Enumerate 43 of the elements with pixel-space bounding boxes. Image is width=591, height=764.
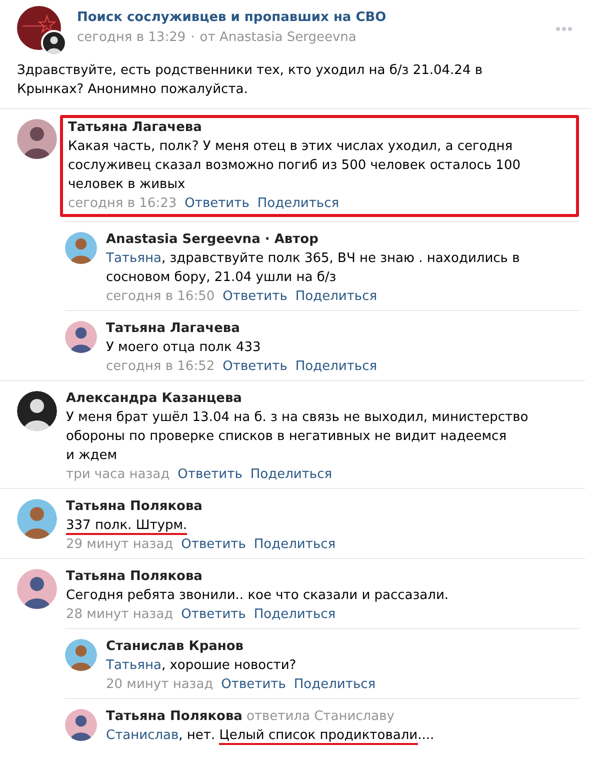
comment-action-link[interactable]: Ответить [181,535,246,554]
comment-action-link[interactable]: Поделиться [295,287,378,306]
comment-action-link[interactable]: Поделиться [294,675,376,694]
comment-time: сегодня в 16:50 [106,288,215,306]
author-name[interactable]: Татьяна Лагачева [106,320,240,338]
comment-text: У моего отца полк 433 [106,339,262,357]
more-icon[interactable] [555,26,573,32]
comment-action-link[interactable]: Ответить [181,605,246,624]
comment-time: 29 минут назад [66,536,174,554]
comment-action-link[interactable]: Поделиться [257,194,340,213]
comment-text: Сегодня ребята звонили.. кое что сказали и рассазали. [66,587,450,605]
author-name[interactable]: Татьяна Полякова [66,498,202,516]
comment-time: 28 минут назад [66,606,174,624]
comment-action-link[interactable]: Ответить [184,194,250,213]
comment-text: Станислав, нет. Целый список продиктовали.... [106,727,436,745]
comment-time: сегодня в 16:23 [68,195,177,213]
author-name[interactable]: Станислав Кранов [106,638,244,656]
comment-action-link[interactable]: Поделиться [254,605,336,624]
comment-action-link[interactable]: Ответить [222,287,288,306]
comment-action-link[interactable]: Поделиться [295,357,378,376]
author-name[interactable]: Anastasia Sergeevna · Автор [106,231,318,249]
author-name[interactable]: Татьяна Полякова [66,568,202,586]
dot-separator: · [190,29,195,47]
post-time: сегодня в 13:29 [77,29,186,47]
comment-action-link[interactable]: Ответить [222,357,288,376]
group-title[interactable]: Поиск сослуживцев и пропавших на СВО [77,8,543,28]
comment-time: три часа назад [66,466,170,484]
comment-text: 337 полк. Штурм. [66,517,188,535]
author-name[interactable]: Татьяна Лагачева [68,119,202,137]
post-text: Здравствуйте, есть родственники тех, кто уходил на б/з 21.04.24 в Крынках? Анонимно пожалуйста. [16,62,484,99]
comment-time: сегодня в 16:52 [106,358,215,376]
comment-action-link[interactable]: Поделиться [254,535,336,554]
comment-action-link[interactable]: Поделиться [250,465,332,484]
comment-action-link[interactable]: Ответить [178,465,242,484]
comment-time: 20 минут назад [106,676,214,694]
comment-action-link[interactable]: Ответить [221,675,286,694]
comment-text: Татьяна, здравствуйте полк 365, ВЧ не знаю . находились в сосновом бору, 21.04 ушли на б/з [106,250,521,287]
comment-text: Какая часть, полк? У меня отец в этих числах уходил, а сегодня сослуживец сказал возможно погиб из 500 человек осталось 100 человек в живых [68,138,522,194]
author-name[interactable]: Александра Казанцева [66,390,242,408]
comment-text: Татьяна, хорошие новости? [106,657,298,675]
comment-text: У меня брат ушёл 13.04 на б. з на связь не выходил, министерство обороны по проверке списков в негативных не видит надеемся и ждем [66,409,530,465]
author-name[interactable]: Татьяна Полякова [106,708,242,726]
reply-note: ответила Станиславу [246,708,394,726]
